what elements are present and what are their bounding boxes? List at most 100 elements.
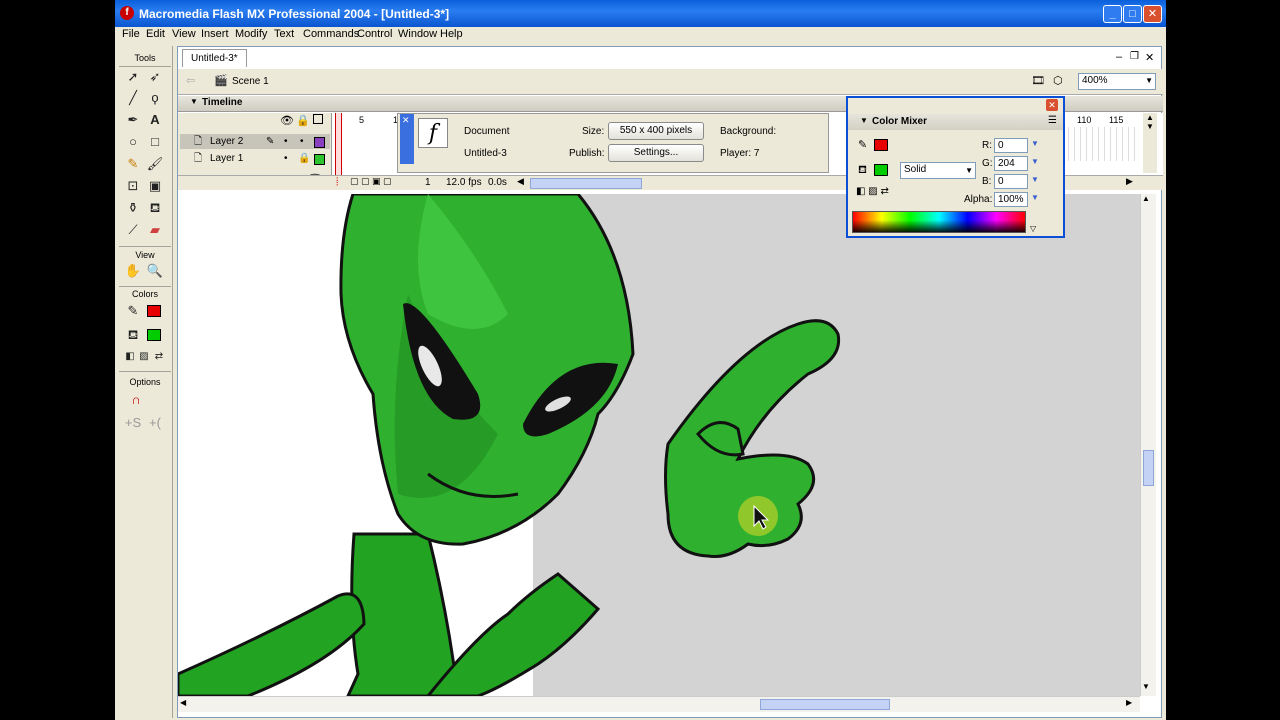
swap-colors-icon[interactable]: ⇄ (150, 348, 168, 366)
onion-skin-icons[interactable]: ▢ ▢ ▣ ▢ (350, 176, 392, 187)
stroke-pencil-icon: ✎ (858, 139, 868, 151)
layer-color-swatch[interactable] (314, 154, 325, 165)
mixer-fill-swatch[interactable] (874, 164, 888, 176)
doc-close-icon[interactable]: ✕ (1145, 51, 1154, 64)
r-stepper-icon[interactable]: ▼ (1031, 139, 1039, 148)
lock-icon[interactable]: 🔒 (296, 114, 310, 127)
menu-help[interactable]: Help (440, 28, 463, 40)
scroll-right-icon[interactable]: ▶ (1126, 176, 1133, 187)
options-menu-icon[interactable]: ☰ (1048, 115, 1057, 126)
edit-scene-icon[interactable]: 🎞 (1031, 74, 1045, 87)
scroll-left-icon[interactable]: ◀ (180, 698, 186, 707)
arrow-tool-icon[interactable]: ➚ (124, 68, 142, 86)
stroke-color-swatch[interactable] (147, 305, 161, 317)
menu-commands[interactable]: Commands (303, 28, 359, 40)
playhead[interactable] (335, 113, 342, 175)
eye-icon[interactable]: 👁 (280, 114, 294, 127)
text-tool-icon[interactable]: A (146, 111, 164, 129)
free-transform-tool-icon[interactable]: ⊡ (124, 177, 142, 195)
stage[interactable] (178, 194, 1140, 696)
close-icon[interactable]: ✕ (1046, 99, 1058, 111)
menu-view[interactable]: View (172, 28, 196, 40)
eraser-tool-icon[interactable]: ▰ (146, 221, 164, 239)
outline-icon[interactable] (313, 114, 323, 124)
eyedropper-tool-icon[interactable]: ⟋ (124, 221, 142, 239)
zoom-select[interactable]: 400% ▼ (1078, 73, 1156, 90)
g-input[interactable]: 204 (994, 156, 1028, 171)
close-button[interactable]: ✕ (1143, 5, 1162, 23)
scroll-left-icon[interactable]: ◀ (517, 176, 524, 187)
line-tool-icon[interactable]: ╱ (124, 89, 142, 107)
hand-tool-icon[interactable]: ✋ (124, 262, 142, 280)
straighten-icon[interactable]: +( (146, 414, 164, 432)
brush-tool-icon[interactable]: 🖌 (146, 155, 164, 173)
scroll-right-icon[interactable]: ▶ (1126, 698, 1132, 707)
rectangle-tool-icon[interactable]: □ (146, 133, 164, 151)
panel-grip[interactable]: ✕ (400, 114, 414, 164)
color-mixer-panel: ✕ ▼ Color Mixer ☰ ✎ ⛾ Solid ▼ ◧ ▨ ⇄ R: 0… (846, 96, 1065, 238)
pencil-tool-icon[interactable]: ✎ (124, 155, 142, 173)
view-label: View (135, 250, 155, 260)
smooth-icon[interactable]: +S (124, 414, 142, 432)
zoom-tool-icon[interactable]: 🔍 (146, 262, 164, 280)
close-icon[interactable]: ✕ (400, 115, 410, 125)
default-colors-icon[interactable]: ◧ ▨ ⇄ (856, 186, 889, 197)
scroll-down-icon[interactable]: ▼ (1142, 682, 1150, 691)
ink-bottle-tool-icon[interactable]: ⚱ (124, 199, 142, 217)
expand-triangle-icon[interactable]: ▽ (1030, 224, 1036, 233)
doc-restore-icon[interactable]: ❐ (1130, 51, 1139, 62)
fill-color-swatch[interactable] (147, 329, 161, 341)
divider (119, 66, 171, 67)
settings-button[interactable]: Settings... (608, 144, 704, 162)
hscroll-thumb[interactable] (760, 699, 890, 710)
layer-color-swatch[interactable] (314, 137, 325, 148)
scene-bar: ⇦ 🎬 Scene 1 🎞 ⬡ 400% ▼ (178, 69, 1163, 95)
b-input[interactable]: 0 (994, 174, 1028, 189)
fill-type-value: Solid (904, 164, 927, 175)
menu-window[interactable]: Window (398, 28, 437, 40)
b-stepper-icon[interactable]: ▼ (1031, 175, 1039, 184)
fill-transform-tool-icon[interactable]: ▣ (146, 177, 164, 195)
mixer-stroke-swatch[interactable] (874, 139, 888, 151)
fill-type-select[interactable]: Solid ▼ (900, 162, 976, 179)
menu-modify[interactable]: Modify (235, 28, 267, 40)
scroll-up-icon[interactable]: ▲ (1142, 194, 1150, 203)
stage-vscroll[interactable]: ▲ ▼ (1140, 194, 1156, 696)
back-arrow-icon[interactable]: ⇦ (186, 74, 195, 87)
paint-bucket-tool-icon[interactable]: ⛾ (146, 199, 164, 217)
center-frame-icon[interactable]: ⦙ (336, 176, 338, 189)
snap-magnet-icon[interactable]: ∩ (127, 391, 145, 409)
r-input[interactable]: 0 (994, 138, 1028, 153)
doc-minimize-icon[interactable]: – (1116, 51, 1122, 63)
document-tab[interactable]: Untitled-3* (182, 49, 247, 67)
menu-file[interactable]: File (122, 28, 140, 40)
tools-label: Tools (134, 53, 156, 63)
layer-row-1[interactable]: 🗋 Layer 1 • 🔒 (180, 151, 330, 166)
stage-hscroll[interactable]: ◀ ▶ (178, 696, 1140, 712)
layer-row-2[interactable]: 🗋 Layer 2 ✎ • • (180, 134, 330, 149)
pen-tool-icon[interactable]: ✒ (124, 111, 142, 129)
color-mixer-header[interactable]: ▼ Color Mixer ☰ (848, 114, 1063, 130)
g-stepper-icon[interactable]: ▼ (1031, 157, 1039, 166)
edit-symbol-icon[interactable]: ⬡ (1053, 74, 1063, 87)
lasso-tool-icon[interactable]: ϙ (146, 89, 164, 107)
menu-edit[interactable]: Edit (146, 28, 165, 40)
timeline-vscroll[interactable]: ▲ ▼ (1143, 113, 1157, 173)
minimize-button[interactable]: _ (1103, 5, 1122, 23)
scene-label[interactable]: Scene 1 (232, 76, 269, 87)
menu-insert[interactable]: Insert (201, 28, 229, 40)
alpha-input[interactable]: 100% (994, 192, 1028, 207)
divider (119, 246, 171, 247)
timeline-hscroll-thumb[interactable] (530, 178, 642, 189)
color-spectrum[interactable] (852, 211, 1026, 233)
subselect-tool-icon[interactable]: ➶ (146, 68, 164, 86)
alpha-stepper-icon[interactable]: ▼ (1031, 193, 1039, 202)
menu-text[interactable]: Text (274, 28, 294, 40)
size-button[interactable]: 550 x 400 pixels (608, 122, 704, 140)
menu-control[interactable]: Control (357, 28, 392, 40)
background-label: Background: (720, 126, 777, 137)
maximize-button[interactable]: □ (1123, 5, 1142, 23)
oval-tool-icon[interactable]: ○ (124, 133, 142, 151)
vscroll-thumb[interactable] (1143, 450, 1154, 486)
stroke-pencil-icon: ✎ (127, 303, 139, 318)
